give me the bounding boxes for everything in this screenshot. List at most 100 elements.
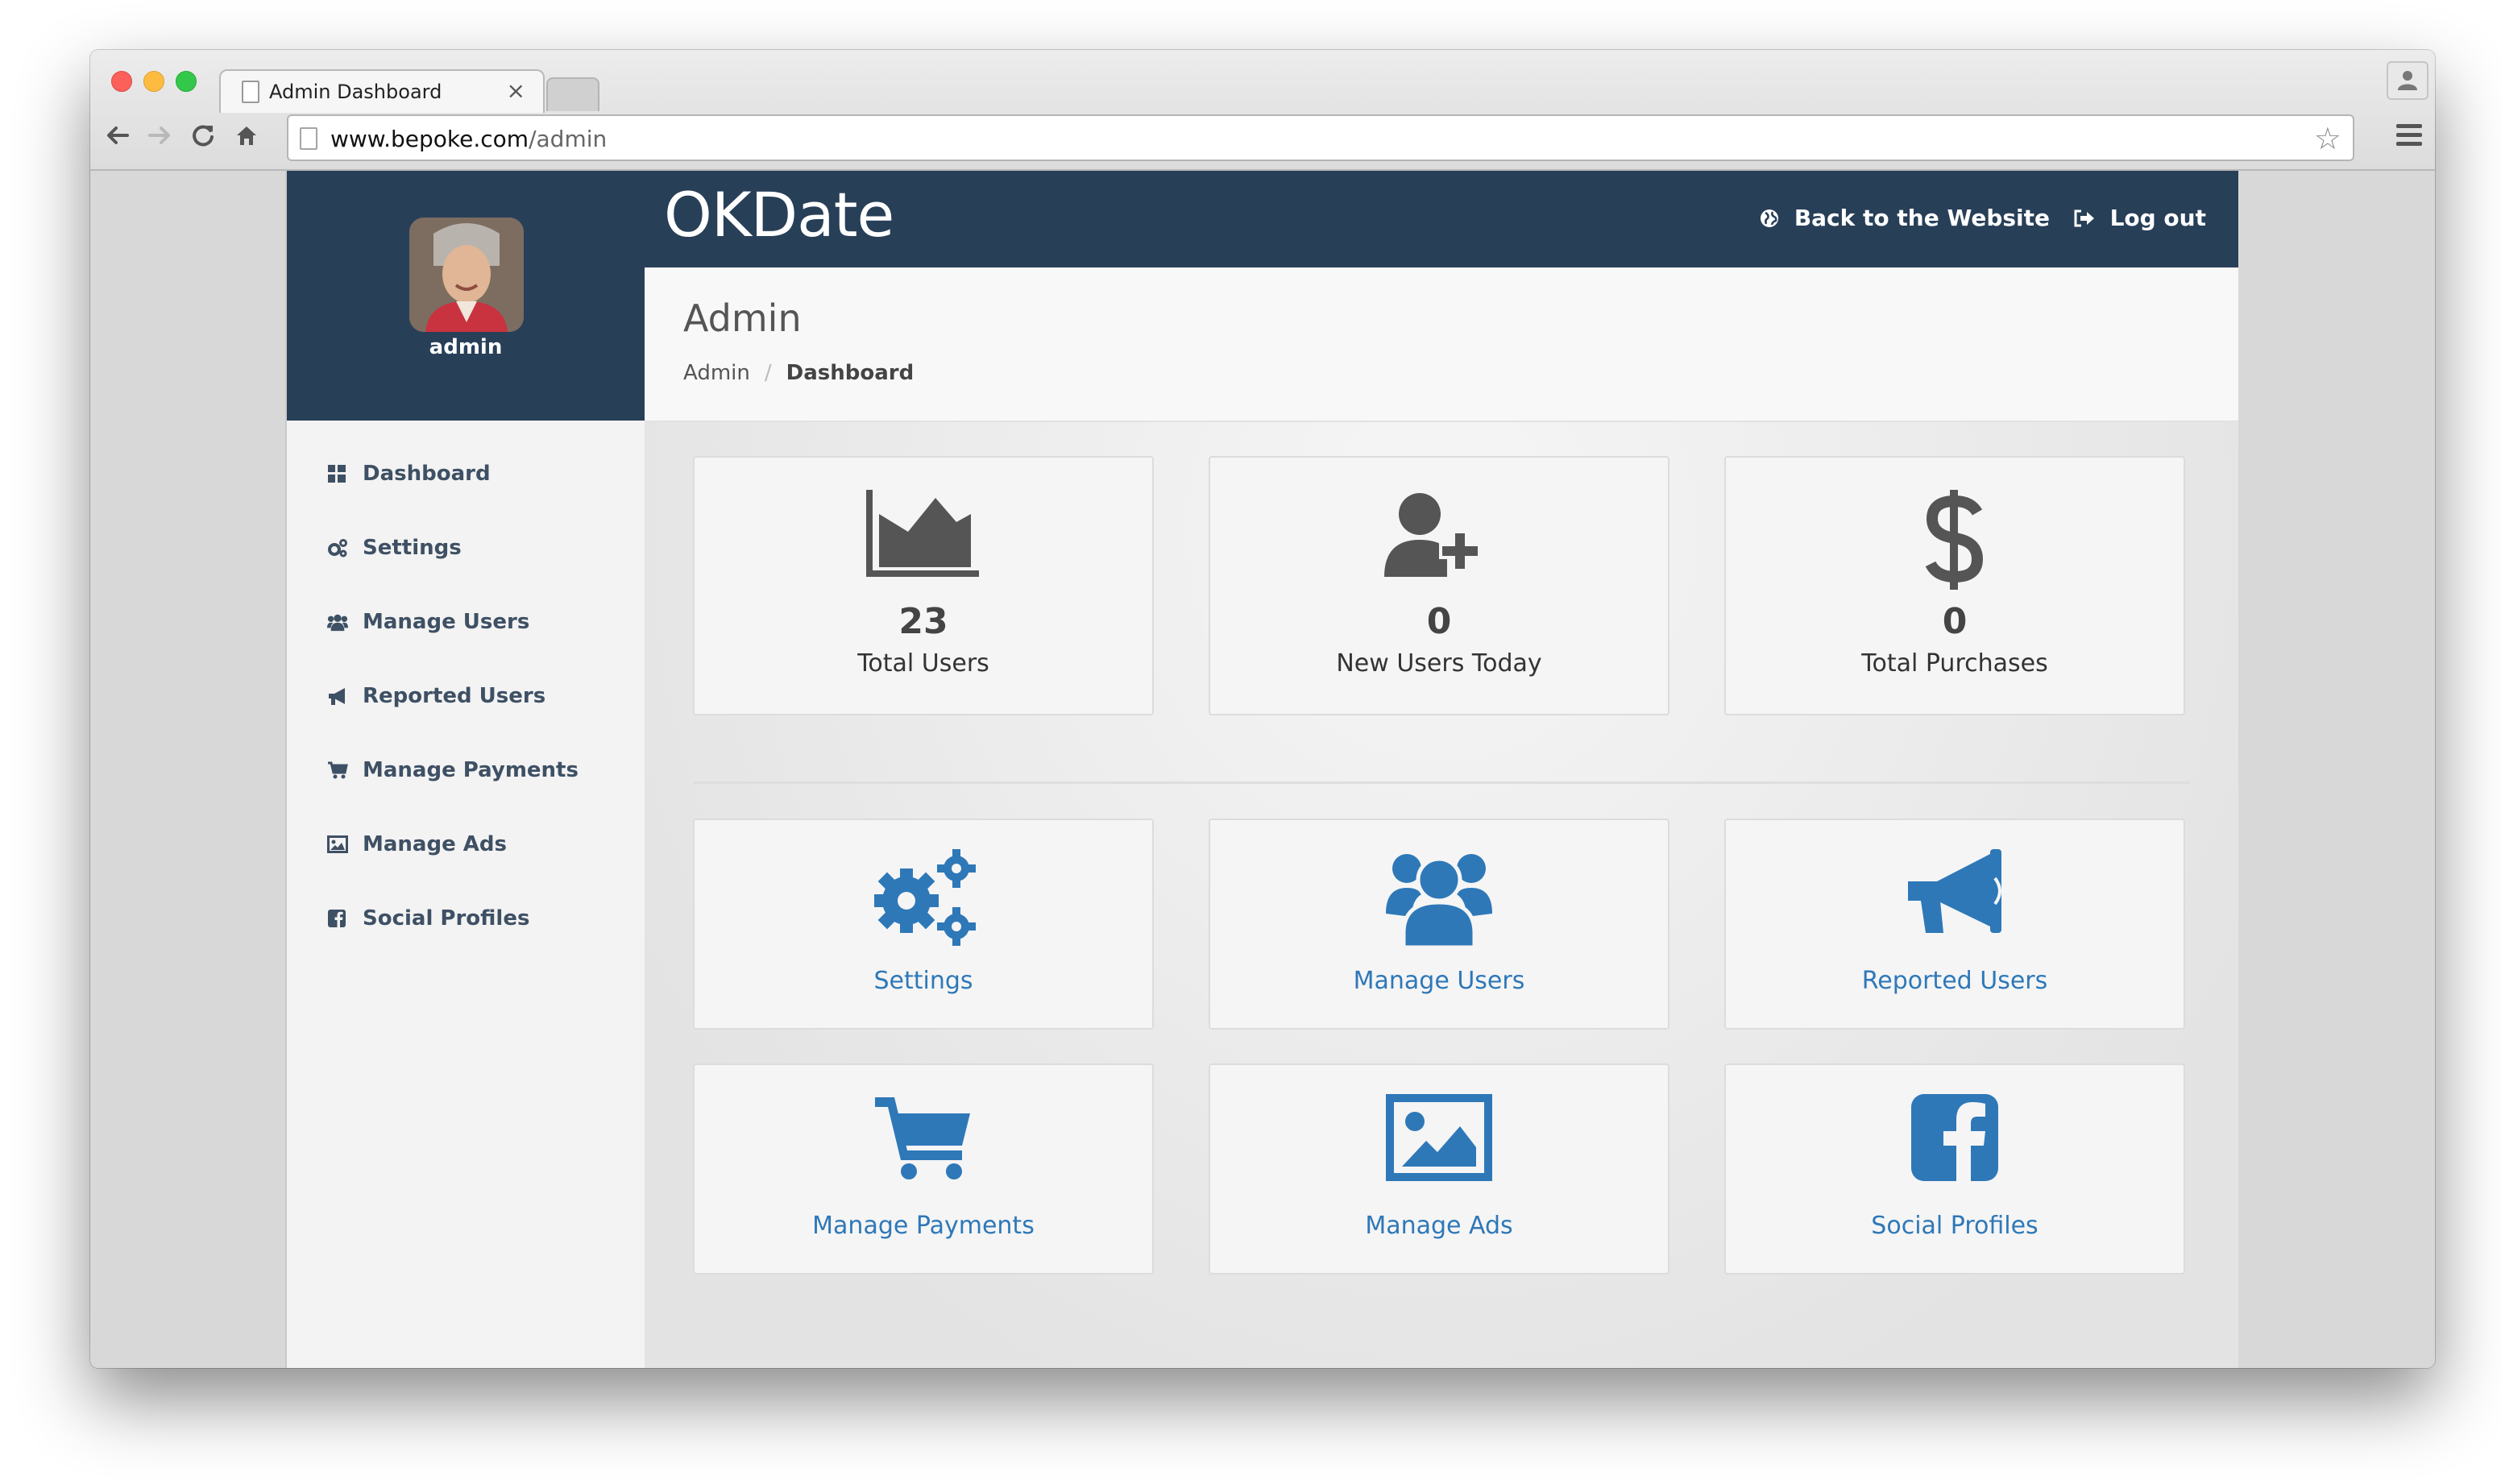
top-header: OKDate Back to the Website Log out [645, 171, 2238, 267]
breadcrumb: Admin / Dashboard [683, 361, 914, 385]
sidebar-item-manage-ads[interactable]: Manage Ads [287, 807, 645, 881]
brand-logo[interactable]: OKDate [664, 179, 894, 251]
tab-close-icon[interactable]: × [507, 77, 525, 104]
stat-value: 0 [1426, 601, 1452, 642]
page-icon [300, 127, 317, 150]
dashboard-icon [327, 463, 348, 484]
reload-button[interactable] [189, 121, 221, 153]
tile-label: Manage Users [1353, 967, 1525, 995]
tile-label: Reported Users [1861, 967, 2048, 995]
sidebar-item-reported-users[interactable]: Reported Users [287, 659, 645, 733]
arrow-left-icon [107, 126, 129, 144]
users-icon [327, 611, 348, 632]
back-to-website-link[interactable]: Back to the Website [1759, 205, 2050, 231]
tile-manage-ads[interactable]: Manage Ads [1209, 1063, 1669, 1275]
browser-tab[interactable]: Admin Dashboard × [219, 69, 545, 113]
tile-social-profiles[interactable]: Social Profiles [1724, 1063, 2185, 1275]
image-icon [327, 834, 348, 855]
sidebar-item-settings[interactable]: Settings [287, 511, 645, 585]
breadcrumb-current: Dashboard [786, 361, 915, 385]
stat-card-new-users-today: 0 New Users Today [1209, 456, 1669, 715]
area-chart-icon [695, 490, 1152, 577]
logout-link[interactable]: Log out [2073, 205, 2206, 231]
sidebar-username: admin [429, 335, 503, 359]
sidebar-item-label: Settings [363, 536, 462, 560]
stat-value: 23 [898, 601, 948, 642]
page-title: Admin [683, 296, 802, 340]
address-bar[interactable]: www.bepoke.com/admin ☆ [287, 114, 2354, 161]
forward-button[interactable] [145, 121, 177, 153]
sidebar-item-label: Manage Ads [363, 832, 507, 856]
sidebar-nav: Dashboard Settings Manage Users Reported… [287, 437, 645, 955]
minimize-window-button[interactable] [143, 71, 164, 92]
tile-label: Settings [873, 967, 973, 995]
home-button[interactable] [232, 121, 264, 153]
menu-bar [2396, 124, 2422, 128]
tile-label: Social Profiles [1871, 1212, 2039, 1240]
back-to-website-label: Back to the Website [1794, 205, 2050, 231]
sidebar-item-social-profiles[interactable]: Social Profiles [287, 881, 645, 955]
browser-menu-button[interactable] [2396, 124, 2422, 148]
facebook-icon [327, 908, 348, 929]
menu-bar [2396, 133, 2422, 137]
reload-icon [193, 125, 214, 147]
sidebar-item-manage-payments[interactable]: Manage Payments [287, 733, 645, 807]
cogs-icon [327, 537, 348, 558]
sidebar-item-label: Reported Users [363, 684, 546, 708]
person-icon [2398, 71, 2417, 90]
home-icon [237, 126, 256, 145]
stat-label: Total Purchases [1861, 649, 2048, 678]
menu-bar [2396, 142, 2422, 146]
breadcrumb-separator: / [764, 361, 772, 385]
sidebar-item-label: Social Profiles [363, 906, 530, 931]
browser-window: Admin Dashboard × www.bepoke.com/admin ☆… [90, 50, 2435, 1368]
page-header: Admin Admin / Dashboard [645, 267, 2238, 422]
facebook-icon [1726, 1094, 2184, 1181]
sidebar-item-label: Dashboard [363, 462, 491, 486]
tile-label: Manage Ads [1365, 1212, 1513, 1240]
sign-out-icon [2073, 209, 2096, 228]
users-icon [1210, 849, 1668, 947]
bullhorn-icon [1726, 849, 2184, 938]
url-text[interactable]: www.bepoke.com/admin [330, 126, 607, 152]
image-icon [1210, 1094, 1668, 1181]
page-viewport: admin Dashboard Settings Manage Users Re… [90, 171, 2435, 1368]
profile-button[interactable] [2387, 61, 2428, 100]
tile-label: Manage Payments [812, 1212, 1035, 1240]
stat-value: 0 [1942, 601, 1968, 642]
stat-card-total-users: 23 Total Users [693, 456, 1154, 715]
globe-icon [1759, 208, 1780, 229]
arrow-right-icon [148, 126, 170, 144]
tab-title: Admin Dashboard [269, 81, 442, 103]
back-button[interactable] [103, 121, 135, 153]
sidebar-item-dashboard[interactable]: Dashboard [287, 437, 645, 511]
sidebar-profile: admin [287, 171, 645, 421]
bullhorn-icon [327, 686, 348, 707]
sidebar-item-label: Manage Payments [363, 758, 579, 782]
tile-manage-payments[interactable]: Manage Payments [693, 1063, 1154, 1275]
browser-chrome: Admin Dashboard × www.bepoke.com/admin ☆ [90, 50, 2435, 171]
tile-reported-users[interactable]: Reported Users [1724, 819, 2185, 1030]
cart-icon [695, 1094, 1152, 1179]
user-plus-icon [1210, 490, 1668, 578]
stat-label: Total Users [857, 649, 989, 678]
main-content: OKDate Back to the Website Log out Admin… [645, 171, 2238, 1368]
avatar[interactable] [409, 218, 524, 332]
breadcrumb-admin[interactable]: Admin [683, 361, 750, 385]
tile-settings[interactable]: Settings [693, 819, 1154, 1030]
logout-label: Log out [2109, 205, 2206, 231]
stat-label: New Users Today [1336, 649, 1542, 678]
sidebar-item-manage-users[interactable]: Manage Users [287, 585, 645, 659]
new-tab-button[interactable] [546, 77, 599, 111]
page-icon [242, 81, 259, 103]
cart-icon [327, 760, 348, 781]
url-host: www.bepoke.com [330, 126, 529, 152]
zoom-window-button[interactable] [176, 71, 197, 92]
close-window-button[interactable] [111, 71, 132, 92]
tile-manage-users[interactable]: Manage Users [1209, 819, 1669, 1030]
bookmark-star-icon[interactable]: ☆ [2314, 121, 2341, 156]
avatar-photo [409, 218, 524, 332]
sidebar-item-label: Manage Users [363, 610, 530, 634]
url-path: /admin [529, 126, 608, 152]
cogs-icon [695, 849, 1152, 946]
